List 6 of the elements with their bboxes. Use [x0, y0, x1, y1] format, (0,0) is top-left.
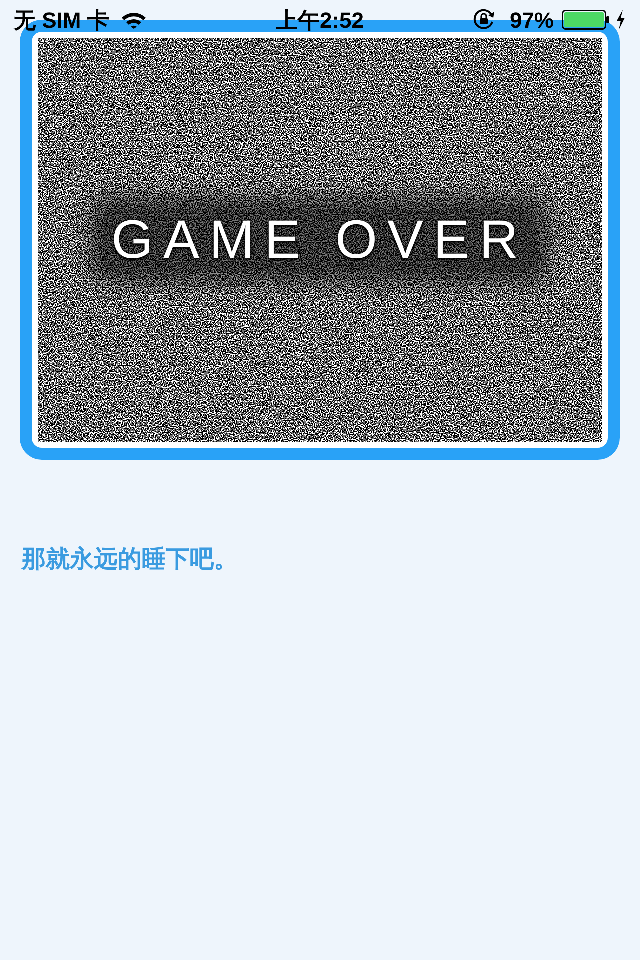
- game-over-title: GAME OVER: [103, 209, 537, 271]
- message-text: 那就永远的睡下吧。: [22, 546, 238, 573]
- rotation-lock-icon: [472, 9, 496, 31]
- wifi-icon: [121, 12, 148, 28]
- charging-bolt-icon: [616, 10, 626, 30]
- battery-icon: [562, 10, 610, 30]
